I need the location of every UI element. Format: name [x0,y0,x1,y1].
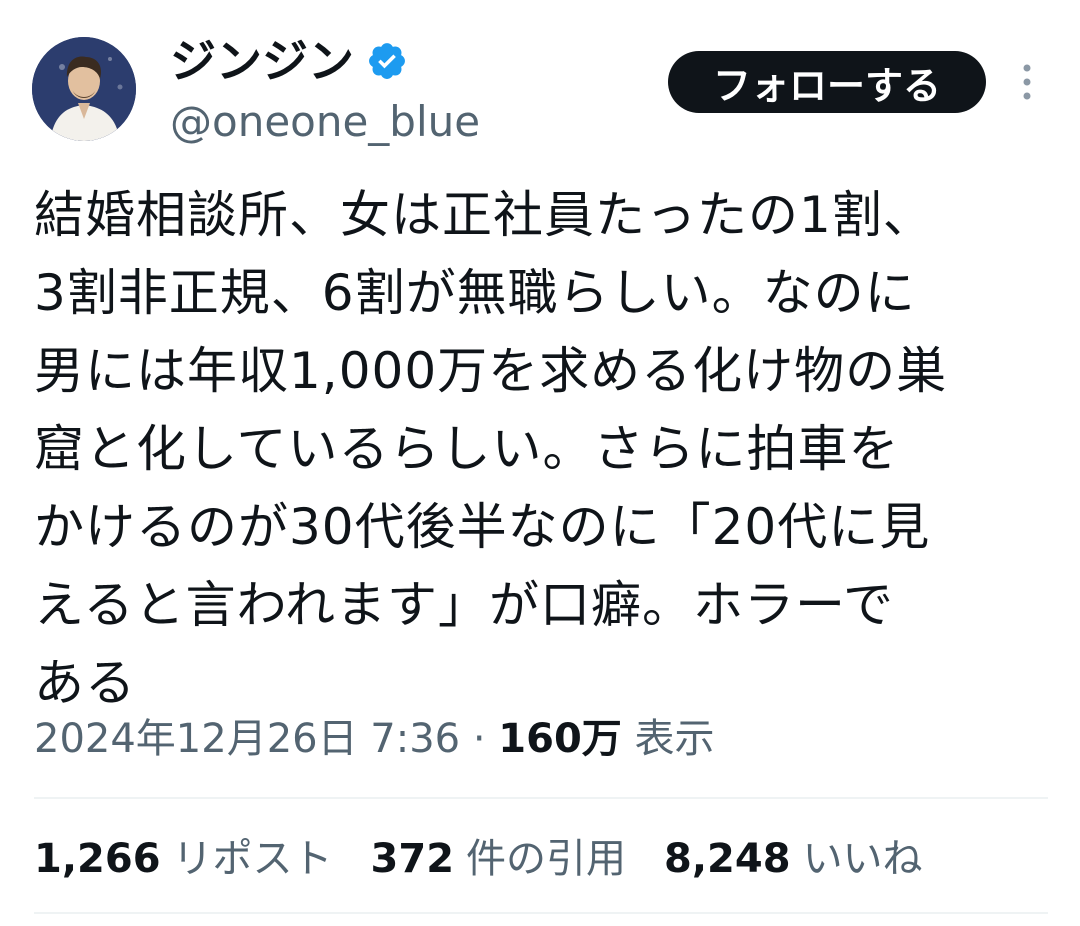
quotes-label: 件の引用 [466,836,627,882]
display-name[interactable]: ジンジン [170,30,354,92]
tweet-meta: 2024年12月26日 7:36 · 160万 表示 [34,710,715,768]
likes-label: いいね [802,836,923,882]
verified-badge-icon [366,40,408,82]
avatar-illustration-icon [32,37,136,141]
reposts-stat[interactable]: 1,266 リポスト [34,830,333,888]
author-block: ジンジン @oneone_blue [170,30,480,150]
tweet-text-line: 結婚相談所、女は正社員たったの1割、 [34,186,934,244]
tweet-card: ジンジン @oneone_blue フォローする 結婚相談所、女は正社員たったの… [0,0,1080,926]
views-count: 160万 [498,716,622,762]
tweet-text-line: 男には年収1,000万を求める化け物の巣 [34,342,948,400]
user-handle[interactable]: @oneone_blue [170,94,480,150]
quotes-count: 372 [370,836,455,882]
meta-separator: · [472,716,486,762]
tweet-text-line: えると言われます」が口癖。ホラーで [34,576,894,634]
likes-stat[interactable]: 8,248 いいね [664,830,923,888]
tweet-text: 結婚相談所、女は正社員たったの1割、 3割非正規、6割が無職らしい。なのに 男に… [34,176,1054,722]
more-vertical-icon[interactable] [1012,62,1042,102]
avatar[interactable] [32,37,136,141]
tweet-text-line: かけるのが30代後半なのに「20代に見 [34,498,931,556]
quotes-stat[interactable]: 372 件の引用 [371,830,627,888]
tweet-text-line: 3割非正規、6割が無職らしい。なのに [34,264,916,322]
likes-count: 8,248 [664,836,791,882]
tweet-text-line: 窟と化しているらしい。さらに拍車を [34,420,900,478]
follow-button[interactable]: フォローする [668,51,986,113]
engagement-stats: 1,266 リポスト 372 件の引用 8,248 いいね [34,830,961,888]
reposts-label: リポスト [172,836,333,882]
reposts-count: 1,266 [34,836,161,882]
timestamp[interactable]: 2024年12月26日 7:36 [34,716,460,762]
divider [34,912,1048,914]
display-name-row: ジンジン [170,30,480,92]
views-label: 表示 [634,716,715,762]
divider [34,797,1048,799]
